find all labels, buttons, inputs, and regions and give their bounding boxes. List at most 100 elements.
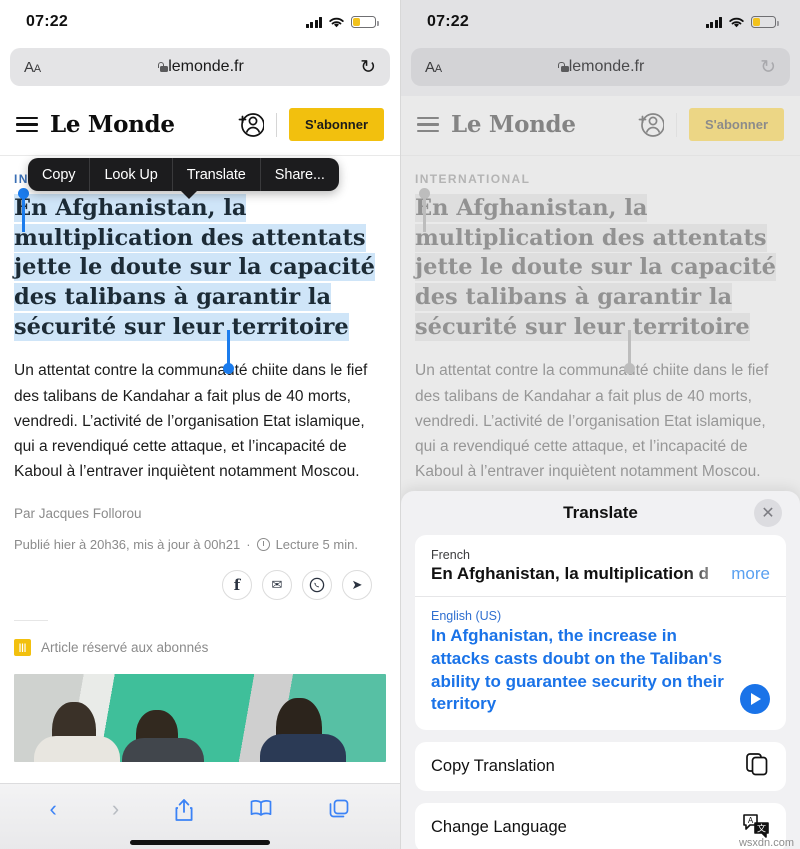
selection-handle-end[interactable]	[223, 330, 234, 374]
headline-selection-wrap: En Afghanistan, la multiplication des at…	[14, 188, 386, 374]
paywall-label: Article réservé aux abonnés	[41, 639, 209, 655]
card-separator	[415, 596, 786, 597]
hamburger-menu-icon[interactable]	[417, 113, 439, 136]
svg-text:A: A	[748, 816, 754, 825]
subscribe-button[interactable]: S'abonner	[288, 108, 384, 141]
wifi-icon	[329, 17, 344, 27]
chevron-right-icon: ›	[111, 796, 120, 821]
webpage-left: Le Monde S'abonner INTERNATION	[0, 96, 400, 849]
translated-text: In Afghanistan, the increase in attacks …	[431, 626, 724, 714]
more-link[interactable]: more	[731, 564, 770, 584]
article-body: Un attentat contre la communauté chiite …	[415, 362, 769, 480]
target-language-label: English (US)	[431, 609, 502, 623]
context-menu-item-translate[interactable]: Translate	[173, 158, 261, 191]
header-actions: S'abonner	[638, 108, 784, 141]
context-menu-item-share[interactable]: Share...	[261, 158, 339, 191]
address-bar[interactable]: AA lemonde.fr ↻	[411, 48, 790, 86]
section-rule	[14, 619, 48, 621]
selection-handle-end[interactable]	[624, 330, 635, 374]
publish-date: Publié hier à 20h36, mis à jour à 00h21	[14, 536, 241, 552]
copy-translation-label: Copy Translation	[431, 757, 555, 776]
context-menu-item-look-up[interactable]: Look Up	[90, 158, 173, 191]
share-arrow-icon[interactable]: ➤	[342, 569, 372, 600]
lock-icon	[557, 62, 569, 72]
article-publish-info: Publié hier à 20h36, mis à jour à 00h21 …	[14, 537, 386, 552]
copy-translation-button[interactable]: Copy Translation	[415, 742, 786, 792]
battery-icon	[751, 16, 779, 28]
source-text-fade: more	[684, 564, 770, 584]
play-icon[interactable]	[740, 684, 770, 715]
change-language-button[interactable]: Change Language A 文	[415, 803, 786, 849]
article-headline[interactable]: En Afghanistan, la multiplication des at…	[14, 194, 386, 342]
translation-card: French En Afghanistan, la multiplication…	[415, 535, 786, 731]
article-left: INTERNATIONAL En Afghanistan, la multipl…	[0, 156, 400, 762]
cellular-signal-icon	[305, 16, 322, 28]
url-display[interactable]: lemonde.fr	[411, 58, 790, 76]
facebook-icon[interactable]: f	[222, 569, 252, 600]
whatsapp-icon[interactable]	[302, 569, 332, 600]
article-right: INTERNATIONAL En Afghanistan, la multipl…	[401, 156, 800, 484]
paywall-notice: ||| Article réservé aux abonnés	[14, 638, 386, 656]
header-actions: S'abonner	[238, 108, 384, 141]
source-text-line[interactable]: En Afghanistan, la multiplication d more	[431, 564, 770, 584]
left-phone-screen: 07:22 AA lemonde.fr ↻ Le Monde S'abonner…	[0, 0, 400, 849]
subscribe-button[interactable]: S'abonner	[688, 108, 784, 141]
translate-sheet: Translate ✕ French En Afghanistan, la mu…	[401, 491, 800, 849]
watermark: wsxdn.com	[738, 837, 794, 849]
share-icon[interactable]	[174, 798, 194, 826]
url-text: lemonde.fr	[568, 58, 645, 75]
add-person-icon[interactable]	[238, 112, 264, 138]
subscriber-badge-icon: |||	[14, 638, 31, 656]
svg-text:文: 文	[757, 823, 766, 835]
header-divider	[275, 112, 277, 137]
source-language-label: French	[431, 548, 470, 562]
context-menu-item-copy[interactable]: Copy	[28, 158, 91, 191]
copy-documents-icon	[744, 751, 770, 782]
battery-icon	[351, 16, 379, 28]
site-logo[interactable]: Le Monde	[50, 111, 175, 138]
change-language-label: Change Language	[431, 818, 567, 837]
article-photo[interactable]	[14, 673, 386, 762]
webpage-right: Le Monde S'abonner INTERNATIONAL En Afgh…	[401, 96, 800, 849]
status-bar: 07:22	[0, 0, 400, 44]
translate-sheet-header: Translate ✕	[415, 491, 786, 535]
url-display[interactable]: lemonde.fr	[10, 58, 390, 76]
source-text: En Afghanistan, la multiplication d	[431, 564, 709, 583]
site-header: Le Monde S'abonner	[401, 96, 800, 156]
address-bar[interactable]: AA lemonde.fr ↻	[10, 48, 390, 86]
hamburger-menu-icon[interactable]	[16, 113, 38, 136]
translate-sheet-title: Translate	[563, 503, 638, 522]
email-icon[interactable]: ✉	[262, 569, 292, 600]
book-icon[interactable]	[249, 798, 273, 822]
share-buttons-row: f ✉ ➤	[14, 569, 386, 600]
article-byline: Par Jacques Follorou	[14, 505, 142, 521]
status-icons	[705, 16, 779, 29]
status-time: 07:22	[26, 13, 68, 30]
context-menu-pointer	[180, 190, 198, 199]
selection-handle-start[interactable]	[419, 188, 430, 232]
right-phone-screen: 07:22 AA lemonde.fr ↻ Le Monde S'abonner…	[400, 0, 800, 849]
info-separator: ·	[246, 536, 251, 552]
headline-text: En Afghanistan, la multiplication des at…	[14, 194, 375, 341]
chevron-left-icon[interactable]: ‹	[50, 798, 57, 820]
site-header: Le Monde S'abonner	[0, 96, 400, 156]
close-icon[interactable]: ✕	[754, 499, 782, 527]
selection-handle-start[interactable]	[18, 188, 29, 232]
clock-icon	[256, 537, 270, 551]
header-divider	[675, 112, 677, 137]
tabs-icon[interactable]	[328, 798, 350, 824]
article-body: Un attentat contre la communauté chiite …	[14, 362, 368, 480]
add-person-icon[interactable]	[638, 112, 664, 138]
headline-selection-wrap: En Afghanistan, la multiplication des at…	[415, 188, 786, 374]
lock-icon	[156, 62, 169, 72]
article-kicker[interactable]: INTERNATIONAL	[415, 166, 786, 188]
status-icons	[305, 16, 379, 29]
screenshot-pair: 07:22 AA lemonde.fr ↻ Le Monde S'abonner…	[0, 0, 800, 849]
translation-row: In Afghanistan, the increase in attacks …	[431, 625, 770, 716]
site-logo[interactable]: Le Monde	[451, 111, 576, 138]
article-headline[interactable]: En Afghanistan, la multiplication des at…	[415, 194, 786, 342]
cellular-signal-icon	[705, 16, 722, 28]
url-bar-container: AA lemonde.fr ↻	[0, 44, 400, 96]
status-bar: 07:22	[401, 0, 800, 44]
home-indicator	[130, 840, 270, 845]
